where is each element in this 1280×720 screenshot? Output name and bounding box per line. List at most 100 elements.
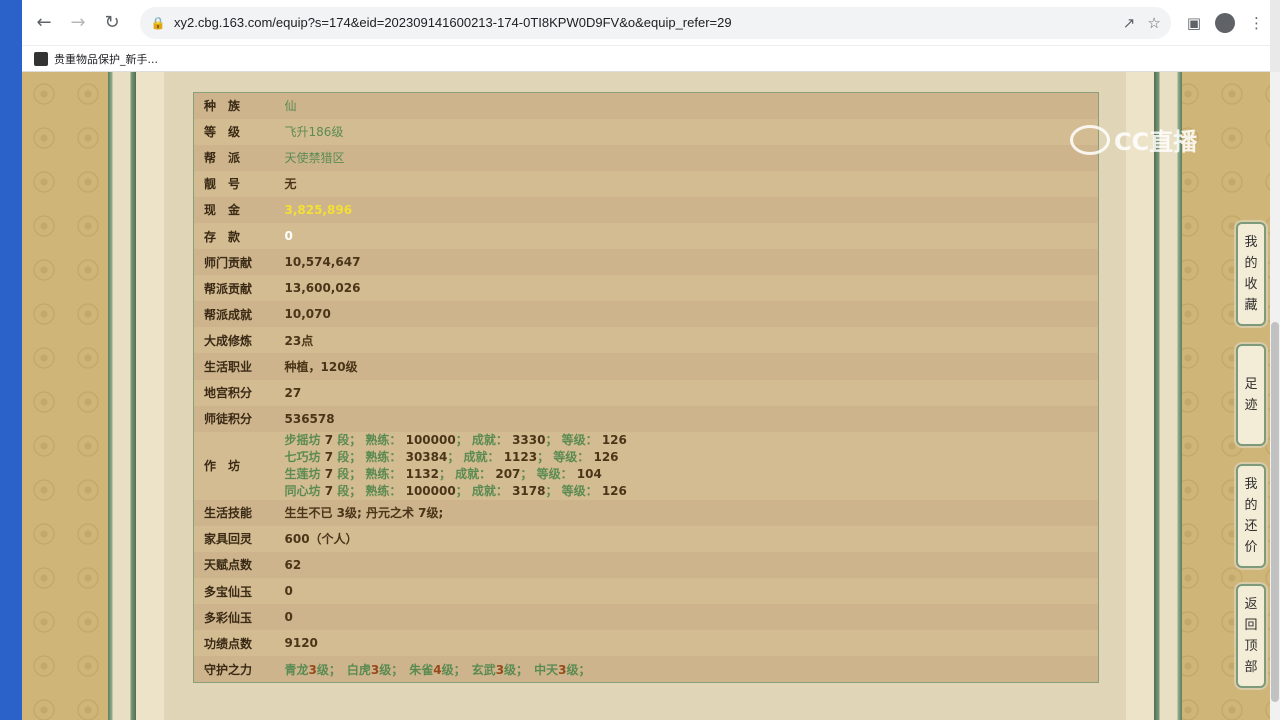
url-text[interactable]: xy2.cbg.163.com/equip?s=174&eid=20230914… [174, 15, 732, 30]
workshop-name: 步摇坊 [284, 432, 325, 447]
value-text: 13,600,026 [284, 281, 361, 296]
profile-avatar[interactable] [1215, 12, 1235, 33]
row-value: 536578 [274, 405, 1099, 432]
workshop-chengjiu: 3178 [512, 483, 546, 498]
reload-icon[interactable]: ↻ [98, 9, 126, 37]
row-value: 600（个人） [274, 525, 1099, 552]
share-icon[interactable]: ↗ [1123, 14, 1136, 32]
row-label: 帮派贡献 [193, 275, 275, 302]
value-text: 536578 [284, 411, 335, 426]
workshop-dengji: 126 [593, 449, 619, 464]
side-button-char: 迹 [1244, 398, 1258, 413]
address-bar[interactable]: 🔒 xy2.cbg.163.com/equip?s=174&eid=202309… [140, 6, 1171, 39]
row-label: 功绩点数 [193, 630, 275, 657]
bookmarks-bar: 贵重物品保护_新手... [22, 46, 1272, 72]
value-text: 23点 [284, 333, 314, 348]
row-value: 青龙3级； 白虎3级； 朱雀4级； 玄武3级； 中天3级； [274, 656, 1099, 683]
workshop-word: ； 成就： [455, 483, 513, 498]
side-button-char: 藏 [1244, 298, 1258, 313]
side-button-footprints[interactable]: 足迹 [1236, 344, 1266, 446]
row-value: 3,825,896 [274, 196, 1099, 223]
side-button-my-bargain[interactable]: 我的还价 [1236, 464, 1266, 568]
side-button-favorites[interactable]: 我的收藏 [1236, 222, 1266, 326]
workshop-shulian: 30384 [405, 449, 448, 464]
guard-level: 3 [308, 662, 317, 677]
role-info-table: 种 族仙等 级飞升186级帮 派天使禁猎区靓 号无现 金 3,825,896 存 款… [193, 92, 1099, 683]
workshop-line: 生莲坊 7 段； 熟练： 1132； 成就： 207； 等级： 104 [285, 466, 1089, 483]
value-text: 9120 [284, 636, 318, 651]
row-value: 10,070 [274, 301, 1099, 328]
guard-unit: 级； [379, 662, 410, 677]
scrollbar-thumb[interactable] [1271, 322, 1279, 702]
bookmark-star-icon[interactable]: ☆ [1147, 14, 1160, 32]
side-button-back-to-top[interactable]: 返回顶部 [1236, 584, 1266, 688]
forward-arrow-icon[interactable]: → [64, 9, 92, 37]
row-value: 仙 [274, 92, 1099, 119]
page-content: 种 族仙等 级飞升186级帮 派天使禁猎区靓 号无现 金 3,825,896 存 款… [22, 72, 1272, 720]
row-value: 无 [274, 170, 1099, 197]
value-text: 0 [284, 610, 293, 625]
table-row: 地宫积分 27 [193, 379, 1099, 406]
side-button-char: 的 [1244, 498, 1258, 513]
workshop-duan: 7 [324, 449, 334, 464]
value-text: 0 [284, 584, 293, 599]
value-text: 3,825,896 [284, 202, 353, 217]
side-panel-icon[interactable]: ▣ [1187, 14, 1201, 32]
table-row: 家具回灵 600（个人） [193, 525, 1099, 552]
row-label: 师徒积分 [193, 405, 275, 432]
workshop-name: 同心坊 [284, 483, 325, 498]
lock-icon[interactable]: 🔒 [150, 15, 166, 31]
table-row: 功绩点数 9120 [193, 630, 1099, 657]
workshop-word: ； 等级： [545, 432, 602, 447]
value-text: 生生不已 3级; 丹元之术 7级; [284, 506, 444, 521]
workshop-word: 段； 熟练： [333, 483, 406, 498]
row-value: 27 [274, 379, 1099, 406]
workshop-line: 七巧坊 7 段； 熟练： 30384； 成就： 1123； 等级： 126 [285, 449, 1089, 466]
guard-unit: 级； [566, 662, 597, 677]
menu-kebab-icon[interactable]: ⋮ [1249, 14, 1264, 32]
value-text: 无 [284, 177, 297, 192]
workshop-duan: 7 [324, 432, 334, 447]
table-row: 帮派贡献 13,600,026 [193, 275, 1099, 302]
workshop-dengji: 126 [601, 483, 627, 498]
workshop-dengji: 104 [576, 466, 602, 481]
workshop-word: ； 成就： [447, 449, 504, 464]
workshop-shulian: 1132 [405, 466, 439, 481]
bookmark-item[interactable]: 贵重物品保护_新手... [54, 51, 158, 67]
row-label: 存 款 [193, 222, 275, 250]
table-row: 存 款 0 [193, 222, 1099, 250]
row-value: 62 [274, 551, 1099, 578]
row-label: 帮 派 [193, 144, 275, 171]
workshop-line: 同心坊 7 段； 熟练： 100000； 成就： 3178； 等级： 126 [285, 483, 1089, 500]
side-button-char: 部 [1244, 660, 1258, 675]
row-value: 种植，120级 [274, 353, 1099, 380]
row-label: 帮派成就 [193, 301, 275, 328]
workshop-chengjiu: 3330 [512, 432, 546, 447]
row-label: 师门贡献 [193, 249, 275, 276]
row-label: 现 金 [193, 196, 275, 223]
back-arrow-icon[interactable]: ← [30, 9, 58, 37]
scroll-frame-right [1154, 72, 1182, 720]
guard-level: 3 [370, 662, 380, 677]
side-button-char: 返 [1244, 597, 1258, 612]
workshop-dengji: 126 [601, 432, 627, 447]
value-text: 飞升186级 [284, 125, 344, 140]
side-button-char: 顶 [1244, 639, 1258, 654]
row-label: 靓 号 [193, 170, 275, 197]
workshop-chengjiu: 207 [495, 466, 521, 481]
workshop-word: 段； 熟练： [333, 432, 406, 447]
guard-name: 白虎 [346, 662, 371, 677]
table-row: 生活技能 生生不已 3级; 丹元之术 7级; [193, 499, 1099, 526]
guard-level: 4 [433, 662, 442, 677]
workshop-word: ； 成就： [439, 466, 496, 481]
row-label: 多宝仙玉 [193, 578, 275, 605]
side-button-char: 价 [1244, 540, 1258, 555]
value-text: 27 [284, 385, 302, 400]
side-button-char: 我 [1244, 235, 1258, 250]
scroll-frame-left [108, 72, 136, 720]
guard-name: 青龙 [284, 662, 309, 677]
table-row: 等 级飞升186级 [193, 118, 1099, 145]
page-scrollbar[interactable] [1270, 72, 1280, 720]
value-text: 种植，120级 [284, 359, 358, 374]
table-row: 多宝仙玉 0 [193, 578, 1099, 605]
